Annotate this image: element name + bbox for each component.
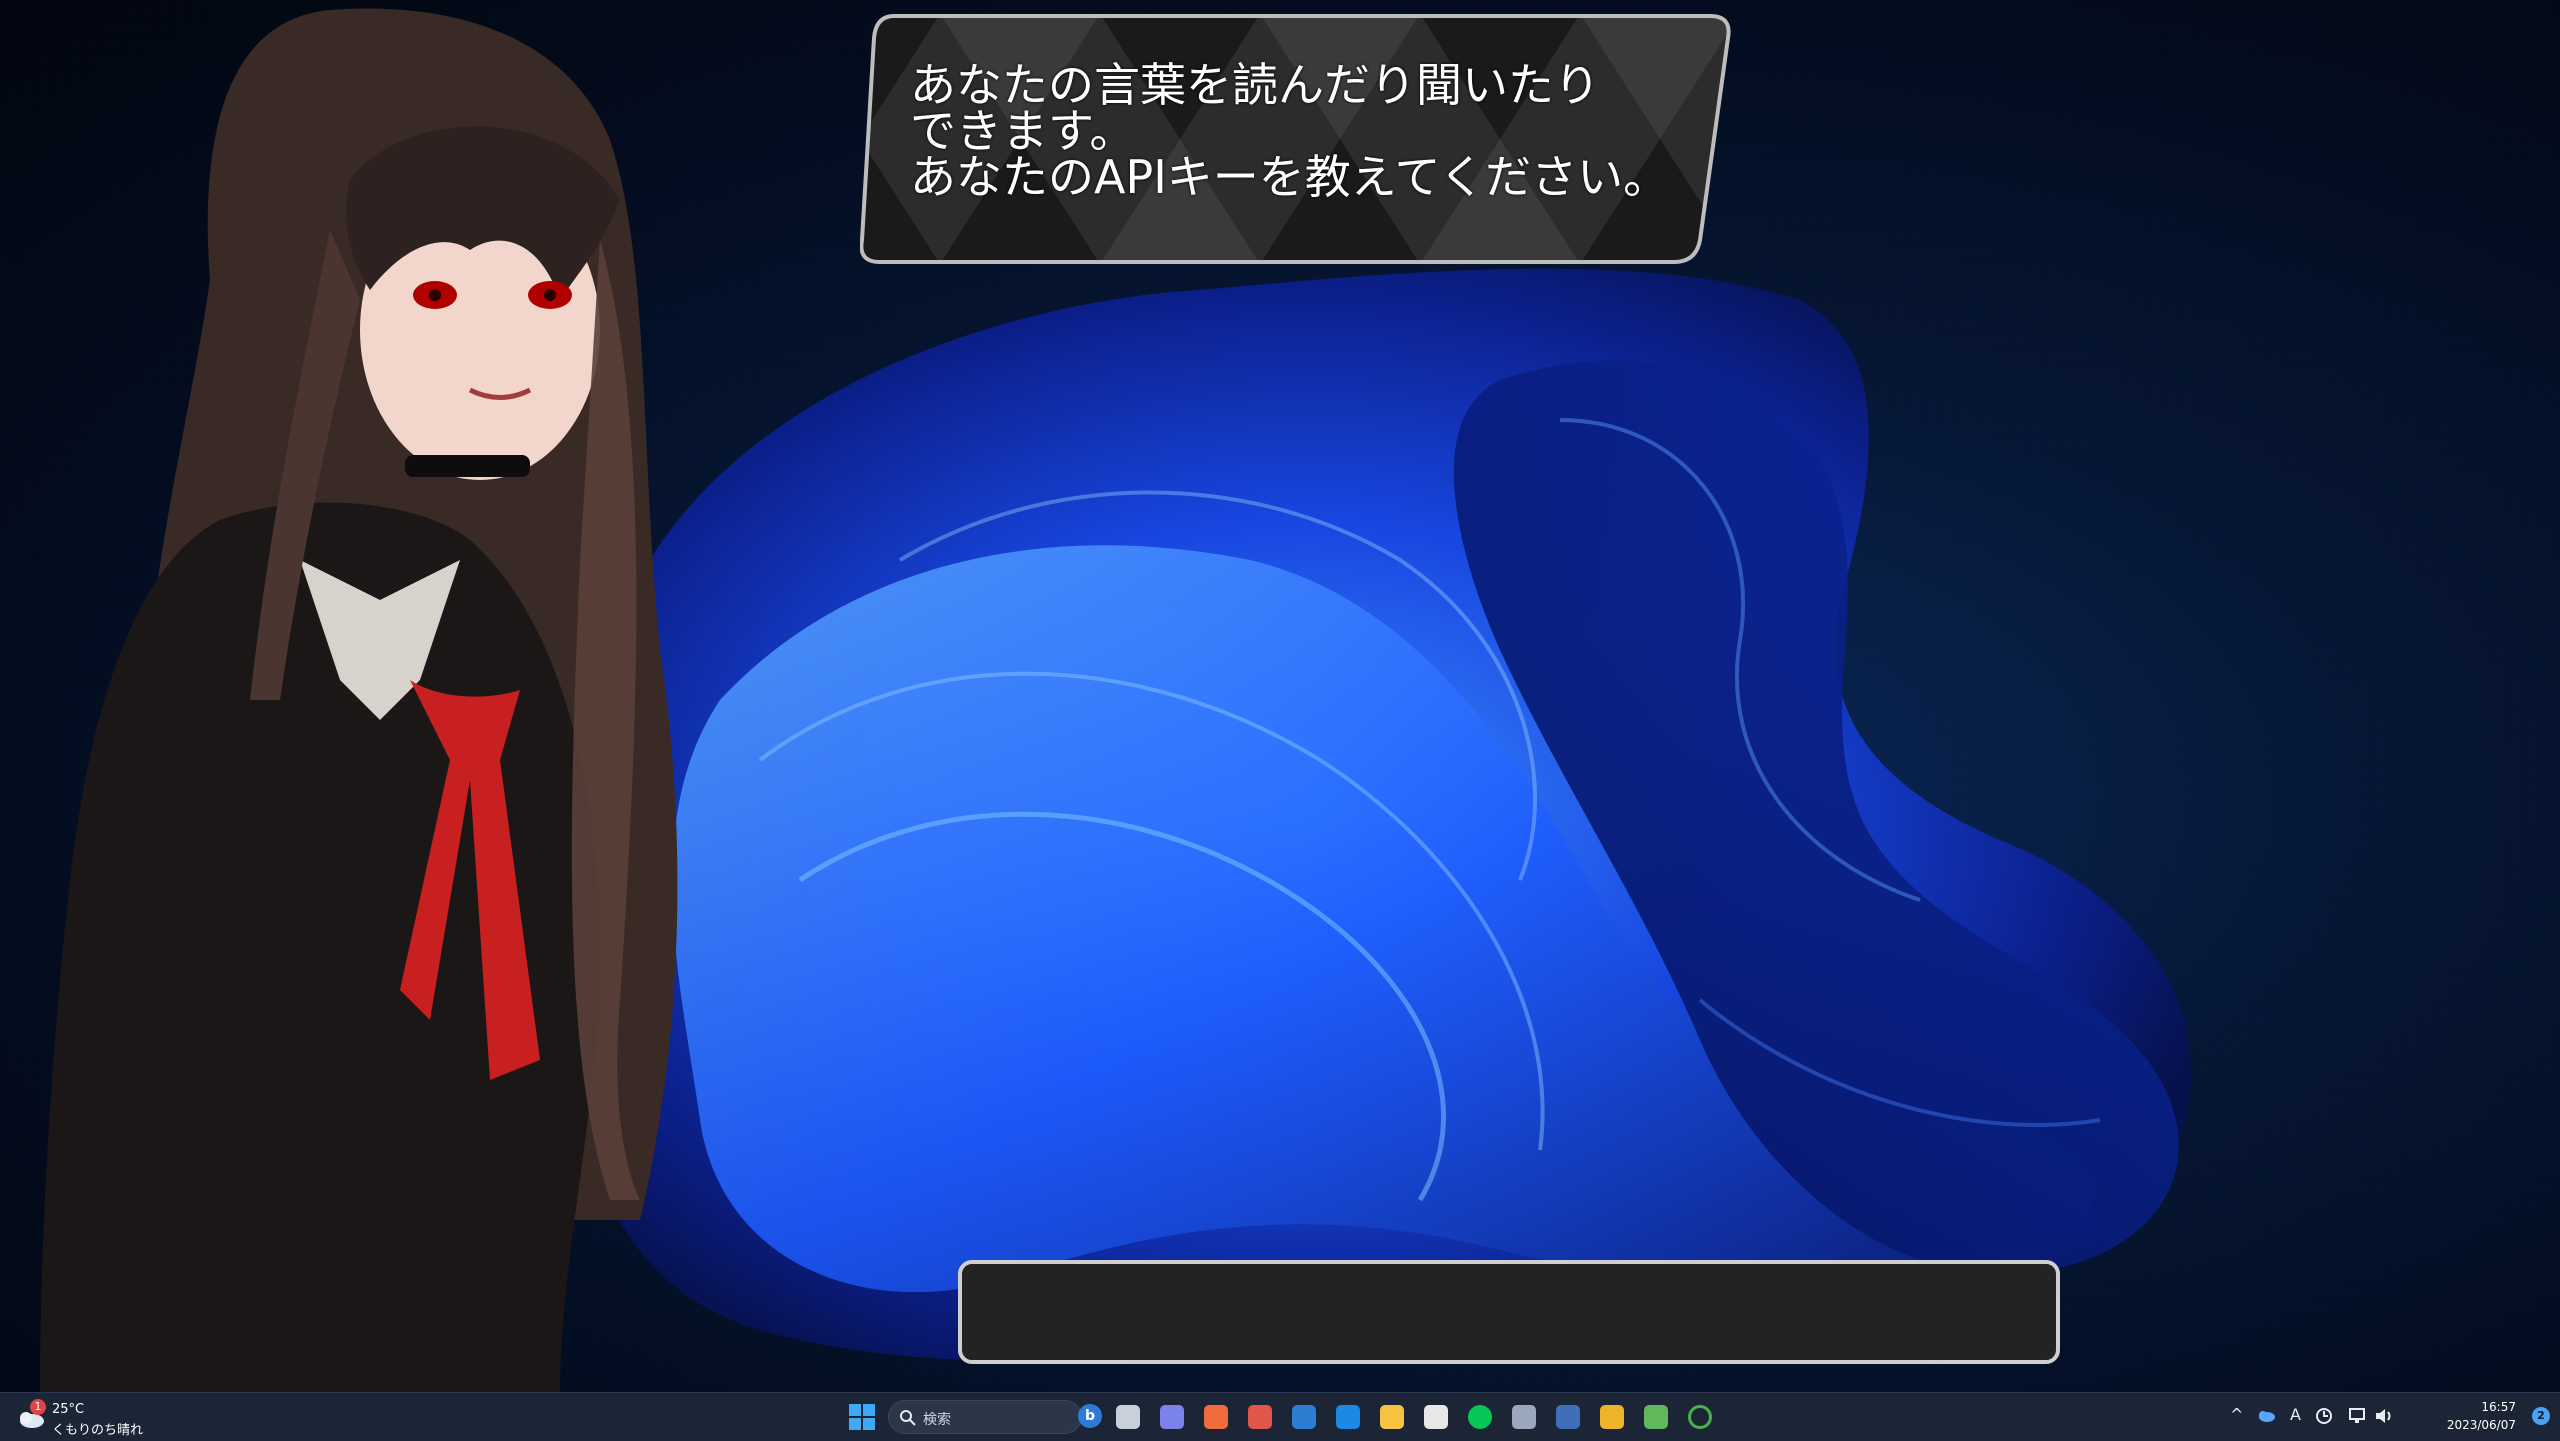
ring-icon[interactable] bbox=[1684, 1401, 1716, 1433]
task-view-icon[interactable] bbox=[1112, 1401, 1144, 1433]
vim-icon-glyph bbox=[1644, 1405, 1668, 1429]
start-button[interactable] bbox=[846, 1401, 878, 1433]
notification-badge[interactable]: 2 bbox=[2532, 1407, 2550, 1425]
bing-icon[interactable]: b bbox=[1078, 1404, 1102, 1428]
weather-widget[interactable]: 1 25°C くもりのち晴れ bbox=[16, 1399, 216, 1438]
brave-lion-icon-glyph bbox=[1204, 1405, 1228, 1429]
task-view-icon-glyph bbox=[1116, 1405, 1140, 1429]
store-icon-glyph bbox=[1292, 1405, 1316, 1429]
weather-badge: 1 bbox=[30, 1399, 46, 1415]
speech-bubble: あなたの言葉を読んだり聞いたり できます。 あなたのAPIキーを教えてください。 bbox=[860, 14, 1736, 266]
gear-icon-glyph bbox=[1512, 1405, 1536, 1429]
message-input[interactable] bbox=[958, 1260, 2060, 1364]
network-icon[interactable] bbox=[2348, 1407, 2368, 1425]
taskbar: 1 25°C くもりのち晴れ 検索 b ^ A 16:57 2023/06/07… bbox=[0, 1392, 2560, 1441]
teams-icon[interactable] bbox=[1156, 1401, 1188, 1433]
onedrive-cloud-icon[interactable] bbox=[2256, 1407, 2276, 1423]
weather-temperature: 25°C bbox=[52, 1402, 85, 1417]
speech-text: あなたの言葉を読んだり聞いたり できます。 あなたのAPIキーを教えてください。 bbox=[910, 62, 1710, 200]
character-illustration bbox=[40, 8, 678, 1392]
paint-icon-glyph bbox=[1600, 1405, 1624, 1429]
speech-line: あなたのAPIキーを教えてください。 bbox=[910, 150, 1670, 204]
search-icon bbox=[900, 1410, 916, 1426]
paint-icon[interactable] bbox=[1596, 1401, 1628, 1433]
brave-beta-icon-glyph bbox=[1248, 1405, 1272, 1429]
teams-icon-glyph bbox=[1160, 1405, 1184, 1429]
store-icon[interactable] bbox=[1288, 1401, 1320, 1433]
speech-line: あなたの言葉を読んだり聞いたり bbox=[910, 58, 1600, 112]
xi-icon[interactable] bbox=[1552, 1401, 1584, 1433]
search-label: 検索 bbox=[923, 1412, 951, 1428]
brave-beta-icon[interactable] bbox=[1244, 1401, 1276, 1433]
taskbar-search[interactable]: 検索 bbox=[888, 1400, 1082, 1434]
tray-overflow-chevron-icon[interactable]: ^ bbox=[2230, 1405, 2243, 1424]
speech-line: できます。 bbox=[910, 104, 1136, 158]
clock-date[interactable]: 2023/06/07 bbox=[2447, 1418, 2516, 1432]
gear-icon[interactable] bbox=[1508, 1401, 1540, 1433]
volume-icon[interactable] bbox=[2374, 1407, 2394, 1425]
clock-app-icon[interactable] bbox=[2314, 1406, 2334, 1426]
folder-icon-glyph bbox=[1380, 1405, 1404, 1429]
ime-indicator[interactable]: A bbox=[2290, 1405, 2301, 1424]
line-icon[interactable] bbox=[1464, 1401, 1496, 1433]
slack-icon[interactable] bbox=[1420, 1401, 1452, 1433]
slack-icon-glyph bbox=[1424, 1405, 1448, 1429]
weather-condition: くもりのち晴れ bbox=[52, 1423, 144, 1438]
line-icon-glyph bbox=[1468, 1405, 1492, 1429]
brave-lion-icon[interactable] bbox=[1200, 1401, 1232, 1433]
mail-icon-glyph bbox=[1336, 1405, 1360, 1429]
system-tray: ^ A 16:57 2023/06/07 2 bbox=[2230, 1393, 2560, 1441]
clock-time[interactable]: 16:57 bbox=[2481, 1400, 2516, 1414]
xi-icon-glyph bbox=[1556, 1405, 1580, 1429]
folder-icon[interactable] bbox=[1376, 1401, 1408, 1433]
vim-icon[interactable] bbox=[1640, 1401, 1672, 1433]
ring-icon-glyph bbox=[1688, 1405, 1712, 1429]
mail-icon[interactable] bbox=[1332, 1401, 1364, 1433]
